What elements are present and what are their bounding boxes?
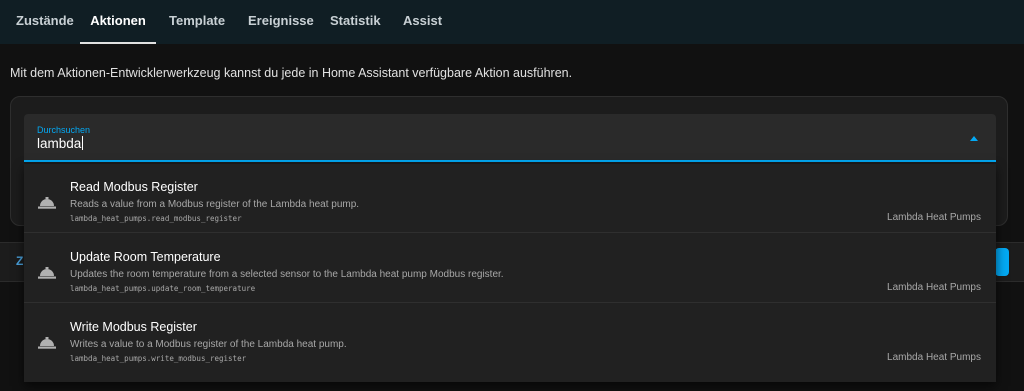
result-description: Writes a value to a Modbus register of t… (70, 339, 347, 350)
list-item[interactable]: Read Modbus Register Reads a value from … (24, 164, 996, 233)
result-description: Reads a value from a Modbus register of … (70, 199, 360, 210)
tab-template[interactable]: Template (169, 0, 225, 44)
text-cursor (82, 136, 84, 150)
search-label: Durchsuchen (37, 125, 91, 135)
yaml-mode-toggle[interactable]: Z (16, 254, 23, 268)
tab-assist[interactable]: Assist (403, 0, 442, 44)
result-service-id: lambda_heat_pumps.read_modbus_register (70, 214, 242, 223)
result-service-id: lambda_heat_pumps.update_room_temperatur… (70, 284, 256, 293)
result-title: Update Room Temperature (70, 250, 221, 264)
list-item[interactable]: Update Room Temperature Updates the room… (24, 234, 996, 303)
result-integration: Lambda Heat Pumps (887, 352, 981, 363)
list-item[interactable]: Write Modbus Register Writes a value to … (24, 304, 996, 373)
tab-zustaende[interactable]: Zustände (16, 0, 74, 44)
service-bell-icon (38, 267, 56, 279)
page-description: Mit dem Aktionen-Entwicklerwerkzeug kann… (10, 66, 573, 80)
result-title: Read Modbus Register (70, 180, 198, 194)
result-title: Write Modbus Register (70, 320, 197, 334)
result-integration: Lambda Heat Pumps (887, 282, 981, 293)
result-integration: Lambda Heat Pumps (887, 212, 981, 223)
dev-tools-tab-bar: Zustände Aktionen Template Ereignisse St… (0, 0, 1024, 44)
tab-aktionen[interactable]: Aktionen (80, 0, 156, 44)
service-bell-icon (38, 337, 56, 349)
chevron-up-icon[interactable] (970, 136, 978, 141)
tab-ereignisse[interactable]: Ereignisse (248, 0, 314, 44)
tab-statistik[interactable]: Statistik (330, 0, 381, 44)
search-input-value: lambda (37, 136, 82, 151)
result-description: Updates the room temperature from a sele… (70, 269, 504, 280)
result-service-id: lambda_heat_pumps.write_modbus_register (70, 354, 247, 363)
action-search-field[interactable]: Durchsuchen lambda (24, 114, 996, 162)
perform-action-button[interactable] (995, 248, 1009, 276)
action-results-list: Read Modbus Register Reads a value from … (24, 164, 996, 382)
search-input[interactable]: lambda (37, 136, 84, 151)
service-bell-icon (38, 197, 56, 209)
